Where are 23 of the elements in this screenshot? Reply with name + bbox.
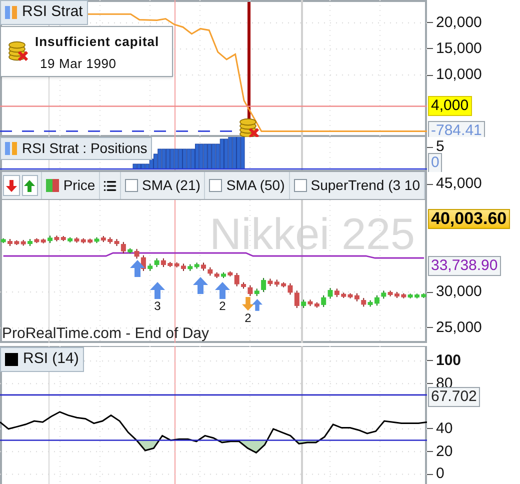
signal-count: 2 xyxy=(219,300,226,313)
price-tag: 0 xyxy=(428,153,442,173)
tooltip-title: Insufficient capital xyxy=(35,33,160,51)
axis-label: 25,000 xyxy=(436,318,482,337)
signal-count: 2 xyxy=(244,312,252,325)
tooltip-date: 19 Mar 1990 xyxy=(40,55,116,73)
price-tag: 33,738.90 xyxy=(428,256,501,276)
price-tag: 67.702 xyxy=(428,387,480,407)
axis-label: 20 xyxy=(436,442,453,461)
price-tag: 4,000 xyxy=(428,96,472,116)
axis-label: 30,000 xyxy=(436,283,482,301)
legend-label: RSI (14) xyxy=(23,349,79,370)
axis-label: 10,000 xyxy=(436,66,482,84)
legend-label: RSI Strat xyxy=(22,2,83,22)
signal-count: 3 xyxy=(154,300,161,313)
axis-label: 40 xyxy=(436,420,453,438)
price-tag: 40,003.60 xyxy=(428,209,510,229)
axis-label: 45,000 xyxy=(436,175,482,193)
axis-label: 15,000 xyxy=(436,40,482,58)
data-source-label: ProRealTime.com - End of Day xyxy=(2,324,210,343)
axis-label: 100 xyxy=(436,352,462,370)
axis-label: 0 xyxy=(436,465,444,484)
axis-label: 20,000 xyxy=(436,14,482,32)
